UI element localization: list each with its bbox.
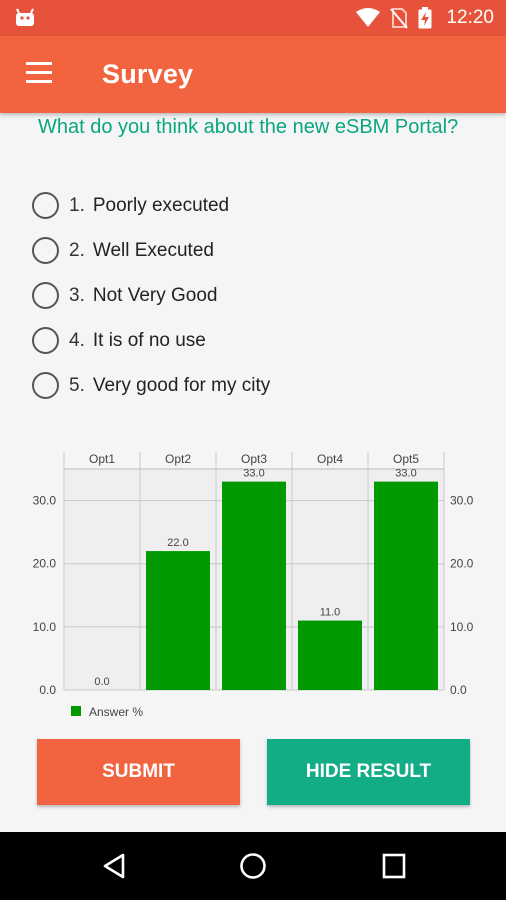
radio-button[interactable] bbox=[32, 282, 59, 309]
option-number: 1. bbox=[69, 194, 85, 216]
option-1[interactable]: 1. Poorly executed bbox=[32, 183, 472, 228]
y-tick-label-right: 30.0 bbox=[450, 494, 474, 508]
status-bar: 12:20 bbox=[0, 0, 506, 36]
y-tick-label-right: 0.0 bbox=[450, 683, 467, 697]
option-number: 5. bbox=[69, 374, 85, 396]
option-2[interactable]: 2. Well Executed bbox=[32, 228, 472, 273]
status-time: 12:20 bbox=[446, 7, 494, 28]
option-label: Poorly executed bbox=[92, 194, 230, 216]
menu-icon[interactable] bbox=[26, 62, 54, 84]
hide-result-button[interactable]: HIDE RESULT bbox=[267, 739, 470, 805]
data-label: 22.0 bbox=[167, 537, 188, 549]
category-label: Opt1 bbox=[89, 452, 115, 466]
data-label: 33.0 bbox=[243, 468, 264, 480]
no-sim-icon bbox=[390, 8, 409, 29]
option-5[interactable]: 5. Very good for my city bbox=[32, 363, 472, 408]
category-label: Opt4 bbox=[317, 452, 343, 466]
home-icon[interactable] bbox=[239, 852, 267, 880]
legend-label: Answer % bbox=[89, 705, 143, 719]
option-number: 4. bbox=[69, 329, 85, 351]
survey-options: 1. Poorly executed 2. Well Executed 3. N… bbox=[32, 183, 472, 408]
data-label: 11.0 bbox=[320, 607, 341, 619]
radio-button[interactable] bbox=[32, 237, 59, 264]
radio-button[interactable] bbox=[32, 192, 59, 219]
bar bbox=[146, 551, 210, 690]
option-label: Very good for my city bbox=[92, 374, 271, 396]
bar bbox=[374, 481, 438, 690]
y-tick-label-right: 10.0 bbox=[450, 620, 474, 634]
y-tick-label: 0.0 bbox=[39, 683, 56, 697]
android-icon bbox=[16, 8, 34, 26]
wifi-icon bbox=[356, 8, 381, 27]
bar-chart: 0.0 0.0 10.0 10.0 20.0 20.0 30.0 30.0 0.0 Opt1 22.… bbox=[33, 452, 474, 719]
battery-charging-icon bbox=[418, 7, 432, 29]
legend-swatch bbox=[71, 706, 81, 716]
bar bbox=[298, 620, 362, 690]
category-label: Opt5 bbox=[393, 452, 419, 466]
page-title: Survey bbox=[102, 59, 194, 89]
option-number: 2. bbox=[69, 239, 85, 261]
option-label: Well Executed bbox=[92, 239, 214, 261]
data-label: 0.0 bbox=[94, 676, 109, 688]
option-number: 3. bbox=[69, 284, 85, 306]
survey-question: What do you think about the new eSBM Por… bbox=[38, 116, 459, 138]
app-bar: Survey bbox=[0, 36, 506, 113]
back-icon[interactable] bbox=[101, 852, 127, 880]
option-label: Not Very Good bbox=[92, 284, 218, 306]
y-tick-label-right: 20.0 bbox=[450, 557, 474, 571]
recents-icon[interactable] bbox=[381, 852, 407, 880]
y-tick-label: 10.0 bbox=[33, 620, 57, 634]
results-chart: 0.0 0.0 10.0 10.0 20.0 20.0 30.0 30.0 0.0 Opt1 22.… bbox=[0, 440, 506, 730]
data-label: 33.0 bbox=[395, 468, 416, 480]
radio-button[interactable] bbox=[32, 327, 59, 354]
y-tick-label: 30.0 bbox=[33, 494, 57, 508]
submit-button[interactable]: SUBMIT bbox=[37, 739, 240, 805]
category-label: Opt2 bbox=[165, 452, 191, 466]
category-label: Opt3 bbox=[241, 452, 267, 466]
bar bbox=[222, 481, 286, 690]
status-icons: 12:20 bbox=[356, 0, 494, 36]
y-tick-label: 20.0 bbox=[33, 557, 57, 571]
navigation-bar bbox=[0, 832, 506, 900]
option-label: It is of no use bbox=[92, 329, 206, 351]
radio-button[interactable] bbox=[32, 372, 59, 399]
option-4[interactable]: 4. It is of no use bbox=[32, 318, 472, 363]
option-3[interactable]: 3. Not Very Good bbox=[32, 273, 472, 318]
